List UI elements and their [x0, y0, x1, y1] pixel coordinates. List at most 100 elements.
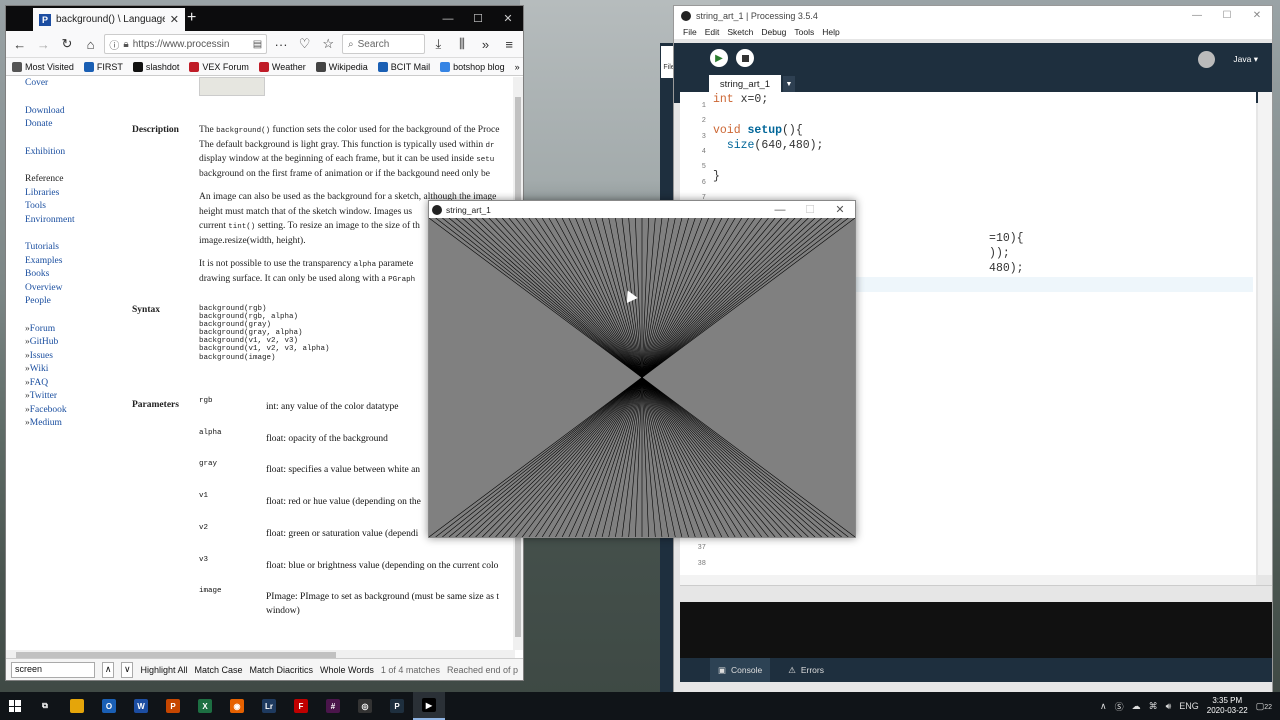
page-actions-icon[interactable]: ···: [271, 34, 291, 54]
sidebar-link[interactable]: »Issues: [25, 350, 115, 364]
highlight-all-checkbox[interactable]: Highlight All: [140, 665, 187, 675]
errors-tab[interactable]: ⚠ Errors: [780, 658, 832, 682]
close-icon[interactable]: ✕: [825, 201, 855, 218]
minimize-icon[interactable]: —: [433, 6, 463, 31]
filezilla-taskbar-button[interactable]: F: [285, 692, 317, 720]
menu-item[interactable]: Edit: [705, 27, 720, 37]
back-icon[interactable]: ←: [10, 34, 30, 54]
forward-icon[interactable]: →: [34, 34, 54, 54]
sidebar-link[interactable]: Overview: [25, 282, 115, 296]
word-taskbar-button[interactable]: W: [125, 692, 157, 720]
whole-words-checkbox[interactable]: Whole Words: [320, 665, 374, 675]
info-icon[interactable]: ⓘ: [109, 37, 119, 52]
menu-item[interactable]: Help: [822, 27, 839, 37]
tab-close-icon[interactable]: ✕: [170, 13, 179, 26]
find-next-icon[interactable]: ∨: [121, 661, 134, 678]
new-tab-icon[interactable]: +: [187, 9, 196, 27]
menu-item[interactable]: Sketch: [727, 27, 753, 37]
sidebar-link[interactable]: Libraries: [25, 187, 115, 201]
match-case-checkbox[interactable]: Match Case: [195, 665, 243, 675]
find-input[interactable]: screen: [11, 661, 95, 678]
sketch-tab[interactable]: string_art_1: [709, 75, 781, 93]
sidebar-link[interactable]: Donate: [25, 118, 115, 132]
bookmark-star-icon[interactable]: ☆: [318, 34, 338, 54]
menu-item[interactable]: File: [683, 27, 697, 37]
slack-taskbar-button[interactable]: #: [317, 692, 349, 720]
show-hidden-icons-icon[interactable]: ∧: [1100, 701, 1107, 712]
bookmark-item[interactable]: VEX Forum: [189, 61, 249, 72]
home-icon[interactable]: ⌂: [81, 34, 101, 54]
close-icon[interactable]: ✕: [1242, 6, 1272, 25]
hamburger-menu-icon[interactable]: ≡: [499, 34, 519, 54]
pocket-icon[interactable]: ♡: [295, 34, 315, 54]
excel-taskbar-button[interactable]: X: [189, 692, 221, 720]
match-diacritics-checkbox[interactable]: Match Diacritics: [250, 665, 314, 675]
start-button[interactable]: [0, 692, 29, 720]
browser-tab[interactable]: P background() \ Language (API) ✕: [33, 8, 185, 31]
sidebar-link[interactable]: Download: [25, 105, 115, 119]
close-icon[interactable]: ✕: [493, 6, 523, 31]
processing-taskbar-button[interactable]: P: [381, 692, 413, 720]
sidebar-link[interactable]: »FAQ: [25, 377, 115, 391]
sidebar-link[interactable]: »Wiki: [25, 363, 115, 377]
onedrive-icon[interactable]: ☁: [1132, 701, 1141, 712]
skype-icon[interactable]: Ⓢ: [1115, 700, 1124, 713]
url-bar[interactable]: ⓘ 🔒︎ https://www.processin ▤: [104, 34, 268, 54]
processing-sketch-taskbar-button[interactable]: ▶: [413, 692, 445, 720]
menu-item[interactable]: Tools: [794, 27, 814, 37]
network-icon[interactable]: ⌘: [1149, 701, 1158, 712]
firefox-taskbar-button[interactable]: ◉: [221, 692, 253, 720]
sidebar-link[interactable]: Books: [25, 268, 115, 282]
bookmark-item[interactable]: FIRST: [83, 61, 123, 72]
console-divider[interactable]: [680, 585, 1272, 601]
sidebar-link[interactable]: »Facebook: [25, 404, 115, 418]
sidebar-link[interactable]: Exhibition: [25, 146, 115, 160]
sidebar-link[interactable]: Cover: [25, 77, 115, 91]
mode-selector[interactable]: Java ▾: [1233, 54, 1258, 65]
minimize-icon[interactable]: —: [765, 201, 795, 218]
sketch-canvas[interactable]: [429, 218, 855, 537]
keyboard-layout[interactable]: ENG: [1179, 701, 1199, 711]
minimize-icon[interactable]: —: [1182, 6, 1212, 25]
bookmarks-overflow-icon[interactable]: »: [515, 62, 520, 72]
overflow-icon[interactable]: »: [476, 34, 496, 54]
sidebar-link[interactable]: »Medium: [25, 417, 115, 431]
sidebar-link[interactable]: Environment: [25, 214, 115, 228]
bookmark-item[interactable]: slashdot: [132, 61, 179, 72]
sidebar-link[interactable]: People: [25, 295, 115, 309]
sidebar-link[interactable]: »Forum: [25, 323, 115, 337]
action-center-icon[interactable]: ▢22: [1256, 701, 1272, 712]
task-view-taskbar-button[interactable]: ⧉: [29, 692, 61, 720]
reader-view-icon[interactable]: ▤: [253, 39, 262, 50]
downloads-icon[interactable]: ⤓: [429, 34, 449, 54]
powerpoint-taskbar-button[interactable]: P: [157, 692, 189, 720]
maximize-icon[interactable]: ☐: [795, 201, 825, 218]
maximize-icon[interactable]: ☐: [1212, 6, 1242, 25]
outlook-taskbar-button[interactable]: O: [93, 692, 125, 720]
search-input[interactable]: ⌕ Search: [342, 34, 425, 54]
lightroom-taskbar-button[interactable]: Lr: [253, 692, 285, 720]
volume-icon[interactable]: 🔊︎: [1166, 701, 1172, 712]
library-icon[interactable]: ⫼: [452, 34, 472, 54]
bookmark-item[interactable]: Most Visited: [12, 61, 74, 72]
sidebar-link[interactable]: »GitHub: [25, 336, 115, 350]
menu-item[interactable]: Debug: [761, 27, 786, 37]
chrome-taskbar-button[interactable]: ◎: [349, 692, 381, 720]
editor-vertical-scrollbar[interactable]: [1258, 92, 1272, 575]
find-previous-icon[interactable]: ∧: [102, 661, 115, 678]
console-tab[interactable]: ▣ Console: [710, 658, 771, 682]
bookmark-item[interactable]: BCIT Mail: [377, 61, 430, 72]
maximize-icon[interactable]: ☐: [463, 6, 493, 31]
file-explorer-taskbar-button[interactable]: [61, 692, 93, 720]
tab-menu-icon[interactable]: ▼: [783, 76, 795, 92]
sidebar-link[interactable]: Tools: [25, 200, 115, 214]
run-button[interactable]: ▶: [710, 49, 728, 67]
sidebar-link[interactable]: Examples: [25, 255, 115, 269]
sidebar-link[interactable]: Tutorials: [25, 241, 115, 255]
bookmark-item[interactable]: botshop blog: [440, 61, 505, 72]
stop-button[interactable]: [736, 49, 754, 67]
bookmark-item[interactable]: Wikipedia: [315, 61, 368, 72]
reload-icon[interactable]: ↻: [57, 34, 77, 54]
editor-horizontal-scrollbar[interactable]: [680, 575, 1256, 585]
sidebar-link[interactable]: »Twitter: [25, 390, 115, 404]
